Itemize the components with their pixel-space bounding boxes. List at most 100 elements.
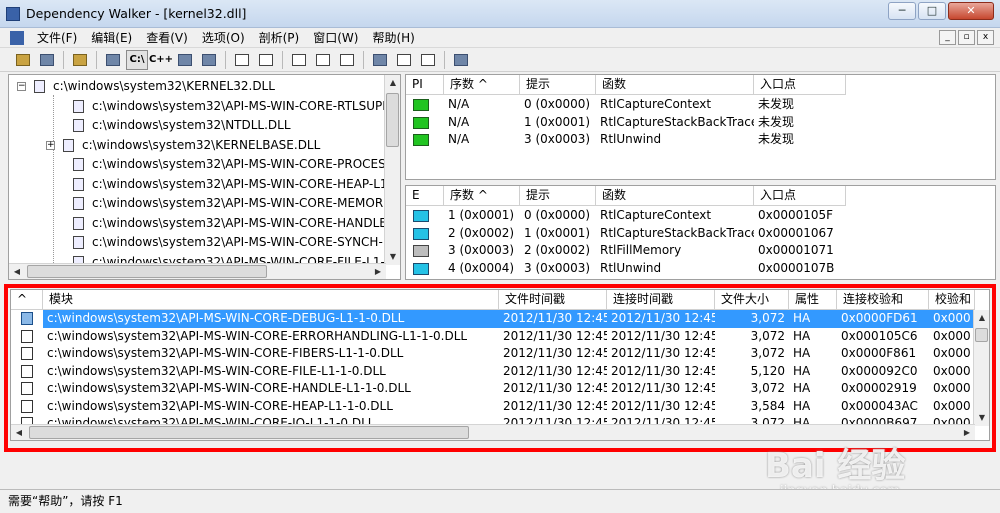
tree-node-label: c:\windows\system32\API-MS-WIN-CORE-MEMO… [92, 196, 384, 210]
prev-button[interactable] [288, 50, 310, 70]
highlight-module-button[interactable] [231, 50, 253, 70]
tree-node[interactable]: c:\windows\system32\NTDLL.DLL [73, 116, 291, 135]
modules-vertical-scrollbar[interactable]: ▲ ▼ [973, 310, 989, 426]
module-path[interactable]: c:\windows\system32\API-MS-WIN-CORE-HAND… [43, 380, 499, 398]
scroll-left-icon[interactable]: ◀ [9, 264, 25, 279]
column-header-hint[interactable]: 提示 [520, 75, 596, 95]
scroll-thumb[interactable] [975, 328, 988, 342]
maximize-button[interactable]: □ [918, 2, 946, 20]
column-header-attributes[interactable]: 属性 [789, 290, 837, 310]
cascade-icon [373, 53, 387, 66]
properties-button[interactable] [336, 50, 358, 70]
undecorate-cpp-button[interactable]: C++ [149, 50, 173, 70]
parent-imports-pane[interactable]: PI 序数 ^ 提示 函数 入口点 N/A 0 (0x0000) RtlCapt… [405, 74, 996, 180]
toolbar: C:\ C++ [0, 48, 1000, 72]
column-header-file-timestamp[interactable]: 文件时间戳 [499, 290, 607, 310]
tree-node-label: c:\windows\system32\API-MS-WIN-CORE-PROC… [92, 157, 386, 171]
module-tree-pane[interactable]: − c:\windows\system32\KERNEL32.DLL c:\win… [8, 74, 401, 280]
scroll-thumb[interactable] [29, 426, 469, 439]
mdi-restore-button[interactable]: ▫ [958, 30, 975, 45]
scroll-left-icon[interactable]: ◀ [11, 425, 27, 440]
menu-help[interactable]: 帮助(H) [365, 29, 421, 46]
tree-node-root[interactable]: − c:\windows\system32\KERNEL32.DLL [17, 77, 275, 96]
module-icon [73, 158, 84, 171]
tree-node[interactable]: c:\windows\system32\API-MS-WIN-CORE-RTLS… [73, 97, 389, 116]
title-bar[interactable]: Dependency Walker - [kernel32.dll] ─ □ ✕ [0, 0, 1000, 28]
mdi-close-button[interactable]: x [977, 30, 994, 45]
expand-icon[interactable]: + [46, 140, 55, 150]
tree-horizontal-scrollbar[interactable]: ◀ ▶ [9, 263, 386, 279]
menu-profile[interactable]: 剖析(P) [252, 29, 307, 46]
column-header-checksum[interactable]: 校验和 [929, 290, 975, 310]
configure-search-paths-button[interactable] [102, 50, 124, 70]
menu-file[interactable]: 文件(F) [30, 29, 84, 46]
tree-node-label: c:\windows\system32\API-MS-WIN-CORE-HAND… [92, 215, 387, 230]
module-path[interactable]: c:\windows\system32\API-MS-WIN-CORE-DEBU… [43, 310, 499, 328]
tree-node[interactable]: c:\windows\system32\API-MS-WIN-CORE-SYNC… [73, 233, 383, 252]
module-list-pane[interactable]: ^ 模块 文件时间戳 连接时间戳 文件大小 属性 连接校验和 校验和 c:\wi… [10, 289, 990, 441]
collapse-icon[interactable]: − [17, 82, 26, 91]
menu-view[interactable]: 查看(V) [139, 29, 195, 46]
next-button[interactable] [312, 50, 334, 70]
tree-node[interactable]: c:\windows\system32\API-MS-WIN-CORE-MEMO… [73, 194, 383, 213]
module-path[interactable]: c:\windows\system32\API-MS-WIN-CORE-ERRO… [43, 328, 499, 346]
column-header-function[interactable]: 函数 [596, 186, 754, 206]
module-path[interactable]: c:\windows\system32\API-MS-WIN-CORE-FILE… [43, 363, 499, 381]
tree-node[interactable]: c:\windows\system32\API-MS-WIN-CORE-HAND… [73, 214, 387, 233]
tree-node[interactable]: + c:\windows\system32\KERNELBASE.DLL [46, 136, 320, 155]
tree-vertical-scrollbar[interactable]: ▲ ▼ [384, 75, 400, 265]
scroll-right-icon[interactable]: ▶ [959, 425, 975, 440]
toolbar-separator [444, 50, 445, 69]
help-button[interactable] [450, 50, 472, 70]
exports-pane[interactable]: E 序数 ^ 提示 函数 入口点 1 (0x0001) 0 (0x0000) R… [405, 185, 996, 280]
column-header-entry-point[interactable]: 入口点 [754, 186, 846, 206]
tile-horizontal-button[interactable] [393, 50, 415, 70]
menu-options[interactable]: 选项(O) [195, 29, 252, 46]
menu-edit[interactable]: 编辑(E) [84, 29, 139, 46]
module-path[interactable]: c:\windows\system32\API-MS-WIN-CORE-HEAP… [43, 398, 499, 416]
module-file-timestamp: 2012/11/30 12:45 [503, 328, 607, 343]
scroll-right-icon[interactable]: ▶ [370, 264, 386, 279]
save-button[interactable] [36, 50, 58, 70]
column-header-ordinal[interactable]: 序数 ^ [444, 75, 520, 95]
column-header-sort[interactable]: ^ [11, 290, 43, 310]
column-header-file-size[interactable]: 文件大小 [715, 290, 789, 310]
column-header-entry-point[interactable]: 入口点 [754, 75, 846, 95]
tile-vertical-button[interactable] [417, 50, 439, 70]
profile-button[interactable] [174, 50, 196, 70]
scroll-down-icon[interactable]: ▼ [385, 249, 400, 265]
find-button[interactable] [255, 50, 277, 70]
scroll-up-icon[interactable]: ▲ [385, 75, 400, 91]
full-paths-button[interactable]: C:\ [126, 49, 148, 70]
import-ordinal: N/A [448, 97, 470, 111]
column-header-link-checksum[interactable]: 连接校验和 [837, 290, 929, 310]
tree-node[interactable]: c:\windows\system32\API-MS-WIN-CORE-HEAP… [73, 175, 388, 194]
open-button[interactable] [12, 50, 34, 70]
column-header-e[interactable]: E [406, 186, 444, 206]
scroll-thumb[interactable] [27, 265, 267, 278]
scroll-thumb[interactable] [386, 93, 399, 147]
document-icon[interactable] [10, 30, 24, 45]
mdi-minimize-button[interactable]: _ [939, 30, 956, 45]
module-list-button[interactable] [198, 50, 220, 70]
column-header-hint[interactable]: 提示 [520, 186, 596, 206]
close-button[interactable]: ✕ [948, 2, 994, 20]
module-file-timestamp: 2012/11/30 12:45 [503, 363, 607, 378]
tree-node[interactable]: c:\windows\system32\API-MS-WIN-CORE-PROC… [73, 155, 386, 174]
column-header-module[interactable]: 模块 [43, 290, 499, 310]
menu-window[interactable]: 窗口(W) [306, 29, 365, 46]
column-header-pi[interactable]: PI [406, 75, 444, 95]
module-file-timestamp: 2012/11/30 12:45 [503, 346, 607, 360]
module-link-checksum: 0x00002919 [841, 381, 917, 395]
module-path[interactable]: c:\windows\system32\API-MS-WIN-CORE-FIBE… [43, 345, 499, 363]
copy-button[interactable] [69, 50, 91, 70]
column-header-ordinal[interactable]: 序数 ^ [444, 186, 520, 206]
column-header-link-timestamp[interactable]: 连接时间戳 [607, 290, 715, 310]
module-checksum: 0x000 [933, 346, 971, 360]
cascade-button[interactable] [369, 50, 391, 70]
column-header-function[interactable]: 函数 [596, 75, 754, 95]
minimize-button[interactable]: ─ [888, 2, 916, 20]
import-function: RtlCaptureStackBackTrace [600, 114, 754, 129]
scroll-up-icon[interactable]: ▲ [974, 310, 989, 326]
scroll-down-icon[interactable]: ▼ [974, 410, 989, 426]
